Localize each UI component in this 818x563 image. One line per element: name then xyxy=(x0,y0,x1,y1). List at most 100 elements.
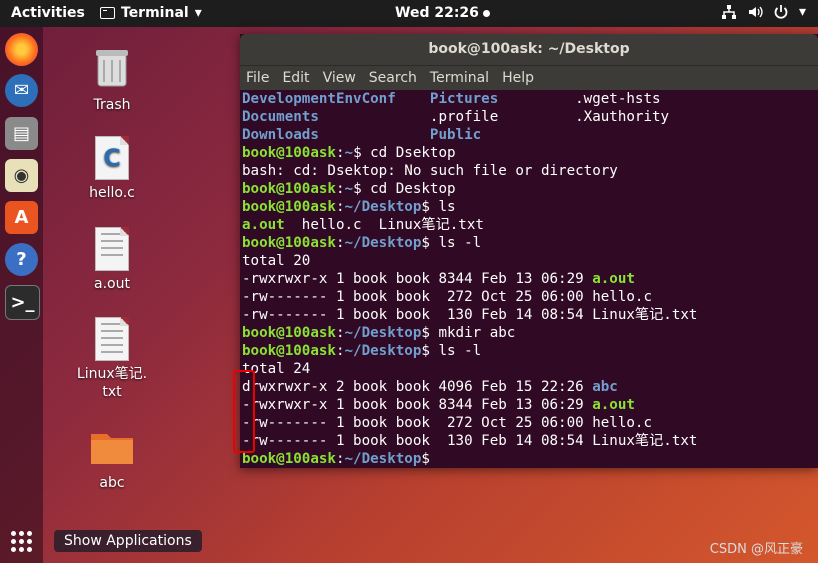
show-applications-grid-icon[interactable] xyxy=(11,531,32,552)
notification-dot-icon xyxy=(482,9,490,17)
terminal-text-segment: -rw------- 1 book book 130 Feb 14 08:54 … xyxy=(242,307,698,323)
terminal-text-segment: hello.c Linux笔记.txt xyxy=(284,217,484,233)
menu-view[interactable]: View xyxy=(323,70,356,86)
watermark: CSDN @风正豪 xyxy=(709,542,803,557)
terminal-line: Documents .profile .Xauthority xyxy=(242,108,818,126)
terminal-text-segment: a.out xyxy=(592,397,635,413)
dock: ✉ ▤ ◉ A ? >_ xyxy=(0,27,43,563)
terminal-window[interactable]: book@100ask: ~/Desktop File Edit View Se… xyxy=(240,34,818,468)
desktop-icon-hello-c[interactable]: C hello.c xyxy=(72,136,152,202)
terminal-line: DevelopmentEnvConf Pictures .wget-hsts xyxy=(242,90,818,108)
terminal-text-segment: : xyxy=(335,325,345,341)
terminal-line: bash: cd: Dsektop: No such file or direc… xyxy=(242,162,818,180)
network-icon xyxy=(721,5,736,19)
clock-label: Wed 22:26 xyxy=(395,5,479,21)
terminal-line: -rw------- 1 book book 130 Feb 14 08:54 … xyxy=(242,306,818,324)
desktop-icon-label: a.out xyxy=(94,276,130,292)
rhythmbox-icon[interactable]: ◉ xyxy=(5,159,38,192)
show-applications-button[interactable]: Show Applications xyxy=(54,530,202,552)
terminal-line: book@100ask:~/Desktop$ xyxy=(242,450,818,468)
system-tray[interactable]: ▾ xyxy=(721,4,806,20)
help-icon[interactable]: ? xyxy=(5,243,38,276)
desktop-icon-linux-notes[interactable]: Linux笔记. txt xyxy=(72,317,152,401)
folder-icon xyxy=(91,434,133,464)
terminal-text-segment: book@100ask xyxy=(242,235,336,251)
menu-help[interactable]: Help xyxy=(502,70,534,86)
menu-edit[interactable]: Edit xyxy=(282,70,309,86)
terminal-line: Downloads Public xyxy=(242,126,818,144)
terminal-text-segment: DevelopmentEnvConf xyxy=(242,91,430,107)
terminal-text-segment: ~/Desktop xyxy=(344,343,422,359)
terminal-text-segment: total 20 xyxy=(242,253,311,269)
clock-button[interactable]: Wed 22:26 xyxy=(395,5,490,21)
power-icon xyxy=(774,5,788,19)
terminal-text-segment: $ mkdir abc xyxy=(421,325,516,341)
menu-terminal[interactable]: Terminal xyxy=(430,70,489,86)
terminal-text-segment: ~/Desktop xyxy=(344,451,422,467)
terminal-line: book@100ask:~/Desktop$ ls -l xyxy=(242,234,818,252)
terminal-text-segment: $ cd Dsektop xyxy=(353,145,456,161)
desktop-icon-trash[interactable]: Trash xyxy=(72,46,152,114)
terminal-line: book@100ask:~/Desktop$ ls -l xyxy=(242,342,818,360)
terminal-text-segment: $ ls -l xyxy=(421,343,482,359)
terminal-output[interactable]: DevelopmentEnvConf Pictures .wget-hsts Do… xyxy=(240,90,818,468)
terminal-text-segment: Public xyxy=(429,127,482,143)
terminal-dock-icon[interactable]: >_ xyxy=(5,285,40,320)
terminal-text-segment: a.out xyxy=(592,271,635,287)
terminal-text-segment: : xyxy=(335,343,345,359)
terminal-text-segment: Documents xyxy=(242,109,319,125)
menu-search[interactable]: Search xyxy=(369,70,417,86)
terminal-text-segment: : xyxy=(335,451,345,467)
app-menu-label: Terminal xyxy=(121,5,189,21)
terminal-text-segment: .wget-hsts xyxy=(498,91,661,107)
terminal-text-segment: ~ xyxy=(344,145,354,161)
terminal-text-segment: : xyxy=(335,235,345,251)
terminal-line: -rw------- 1 book book 130 Feb 14 08:54 … xyxy=(242,432,818,450)
desktop-icon-label: Linux笔记. txt xyxy=(76,366,148,400)
terminal-text-segment: -rw------- 1 book book 272 Oct 25 06:00 … xyxy=(242,415,652,431)
desktop-icon-label: Trash xyxy=(93,97,131,113)
terminal-text-segment: ~ xyxy=(344,181,354,197)
desktop-icon-label: hello.c xyxy=(89,185,135,201)
top-bar: Activities Terminal ▾ Wed 22:26 ▾ xyxy=(0,0,818,27)
terminal-line: total 24 xyxy=(242,360,818,378)
terminal-text-segment: $ ls xyxy=(421,199,456,215)
text-file-icon xyxy=(95,317,129,361)
terminal-text-segment: $ cd Desktop xyxy=(353,181,456,197)
app-menu-button[interactable]: Terminal ▾ xyxy=(100,5,202,21)
terminal-text-segment: book@100ask xyxy=(242,451,336,467)
terminal-line: book@100ask:~$ cd Desktop xyxy=(242,180,818,198)
thunderbird-icon[interactable]: ✉ xyxy=(5,74,38,107)
terminal-text-segment: -rw------- 1 book book 272 Oct 25 06:00 … xyxy=(242,289,652,305)
chevron-down-icon: ▾ xyxy=(798,4,806,20)
terminal-line: -rw------- 1 book book 272 Oct 25 06:00 … xyxy=(242,288,818,306)
chevron-down-icon: ▾ xyxy=(194,5,202,21)
terminal-text-segment: ~/Desktop xyxy=(344,235,422,251)
terminal-line: -rwxrwxr-x 1 book book 8344 Feb 13 06:29… xyxy=(242,270,818,288)
terminal-line: -rw------- 1 book book 272 Oct 25 06:00 … xyxy=(242,414,818,432)
software-icon[interactable]: A xyxy=(5,201,38,234)
window-title[interactable]: book@100ask: ~/Desktop xyxy=(240,34,818,65)
desktop-icon-abc-folder[interactable]: abc xyxy=(72,428,152,492)
firefox-icon[interactable] xyxy=(5,33,38,66)
terminal-text-segment: bash: cd: Dsektop: No such file or direc… xyxy=(242,163,618,179)
desktop-icon-a-out[interactable]: a.out xyxy=(72,227,152,293)
binary-file-icon xyxy=(95,227,129,271)
activities-button[interactable]: Activities xyxy=(11,5,85,21)
terminal-text-segment: ~/Desktop xyxy=(344,325,422,341)
desktop-icon-label: abc xyxy=(99,475,125,491)
terminal-text-segment: book@100ask xyxy=(242,325,336,341)
terminal-text-segment: Pictures xyxy=(429,91,499,107)
terminal-text-segment: book@100ask xyxy=(242,199,336,215)
red-annotation-box xyxy=(233,370,255,453)
terminal-text-segment: book@100ask xyxy=(242,181,336,197)
menu-file[interactable]: File xyxy=(246,70,269,86)
files-icon[interactable]: ▤ xyxy=(5,117,38,150)
terminal-text-segment: book@100ask xyxy=(242,145,336,161)
terminal-text-segment: Downloads xyxy=(242,127,319,143)
terminal-text-segment: book@100ask xyxy=(242,343,336,359)
terminal-text-segment: $ ls -l xyxy=(421,235,482,251)
terminal-text-segment: : xyxy=(335,181,345,197)
terminal-text-segment: drwxrwxr-x 2 book book 4096 Feb 15 22:26 xyxy=(242,379,593,395)
